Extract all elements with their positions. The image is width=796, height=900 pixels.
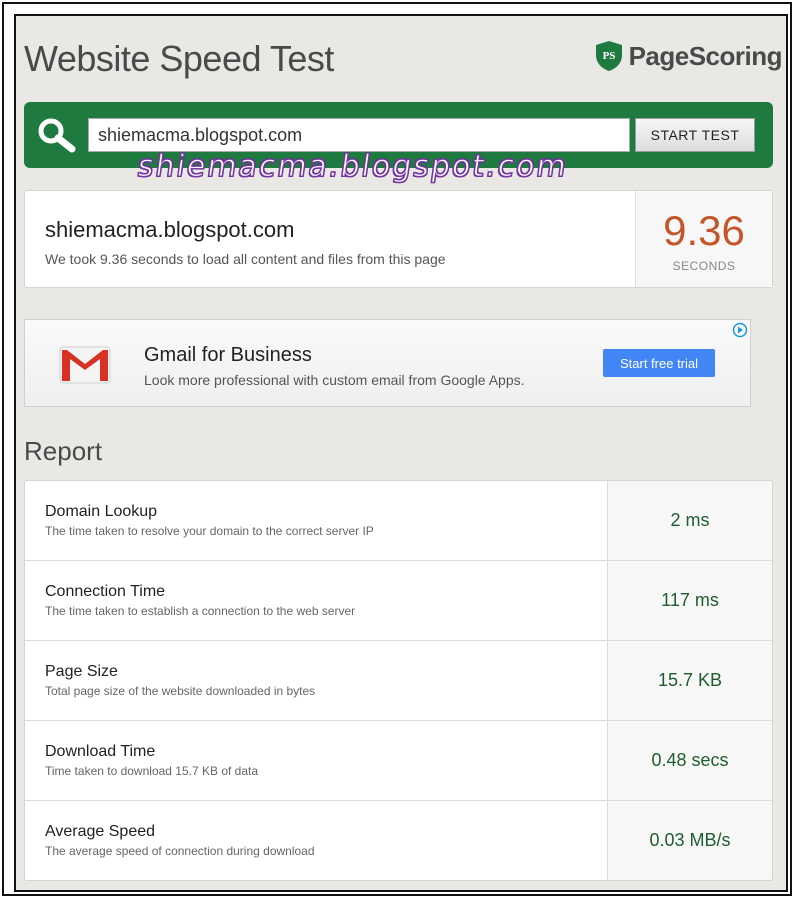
row-value: 0.48 secs [607,721,772,800]
report-table: Domain Lookup The time taken to resolve … [24,480,773,881]
row-description: Time taken to download 15.7 KB of data [45,764,259,778]
gmail-icon [59,346,111,389]
row-description: The time taken to resolve your domain to… [45,524,374,538]
brand-logo[interactable]: PS PageScoring [595,40,783,72]
report-heading: Report [24,436,103,466]
score-value: 9.36 [663,207,745,254]
row-description: The average speed of connection during d… [45,844,315,858]
row-value: 2 ms [607,481,772,560]
row-label: Page Size [45,663,118,680]
row-value: 15.7 KB [607,641,772,720]
row-description: Total page size of the website downloade… [45,684,316,698]
page-container: Website Speed Test PS PageScoring START … [14,14,788,892]
screenshot-frame: Website Speed Test PS PageScoring START … [2,2,792,896]
page-title: Website Speed Test [24,38,334,79]
brand-name: PageScoring [628,40,783,71]
row-value: 0.03 MB/s [607,801,772,880]
score-unit: SECONDS [672,259,736,273]
row-description: The time taken to establish a connection… [45,604,356,618]
row-value: 117 ms [607,561,772,640]
shield-icon: PS [595,40,623,72]
result-card: shiemacma.blogspot.com We took 9.36 seco… [24,190,773,288]
search-icon [36,116,78,159]
watermark-text: shiemacma.blogspot.com [135,149,571,185]
ad-description: Look more professional with custom email… [144,372,525,388]
adchoices-icon[interactable] [732,322,748,343]
row-label: Download Time [45,743,156,760]
result-domain: shiemacma.blogspot.com [45,217,295,242]
row-label: Domain Lookup [45,503,158,520]
row-label: Average Speed [45,823,156,840]
load-time-score: 9.36 SECONDS [635,191,772,287]
report-row-domain-lookup: Domain Lookup The time taken to resolve … [25,481,772,561]
report-row-connection-time: Connection Time The time taken to establ… [25,561,772,641]
report-row-average-speed: Average Speed The average speed of conne… [25,801,772,880]
report-row-download-time: Download Time Time taken to download 15.… [25,721,772,801]
result-description: We took 9.36 seconds to load all content… [45,251,446,267]
start-free-trial-button[interactable]: Start free trial [603,349,715,377]
url-input[interactable] [88,118,630,152]
ad-banner[interactable]: Gmail for Business Look more professiona… [24,319,751,407]
ad-title[interactable]: Gmail for Business [144,344,312,367]
brand-badge-text: PS [602,50,615,62]
row-label: Connection Time [45,583,166,600]
start-test-button[interactable]: START TEST [635,118,755,152]
report-row-page-size: Page Size Total page size of the website… [25,641,772,721]
